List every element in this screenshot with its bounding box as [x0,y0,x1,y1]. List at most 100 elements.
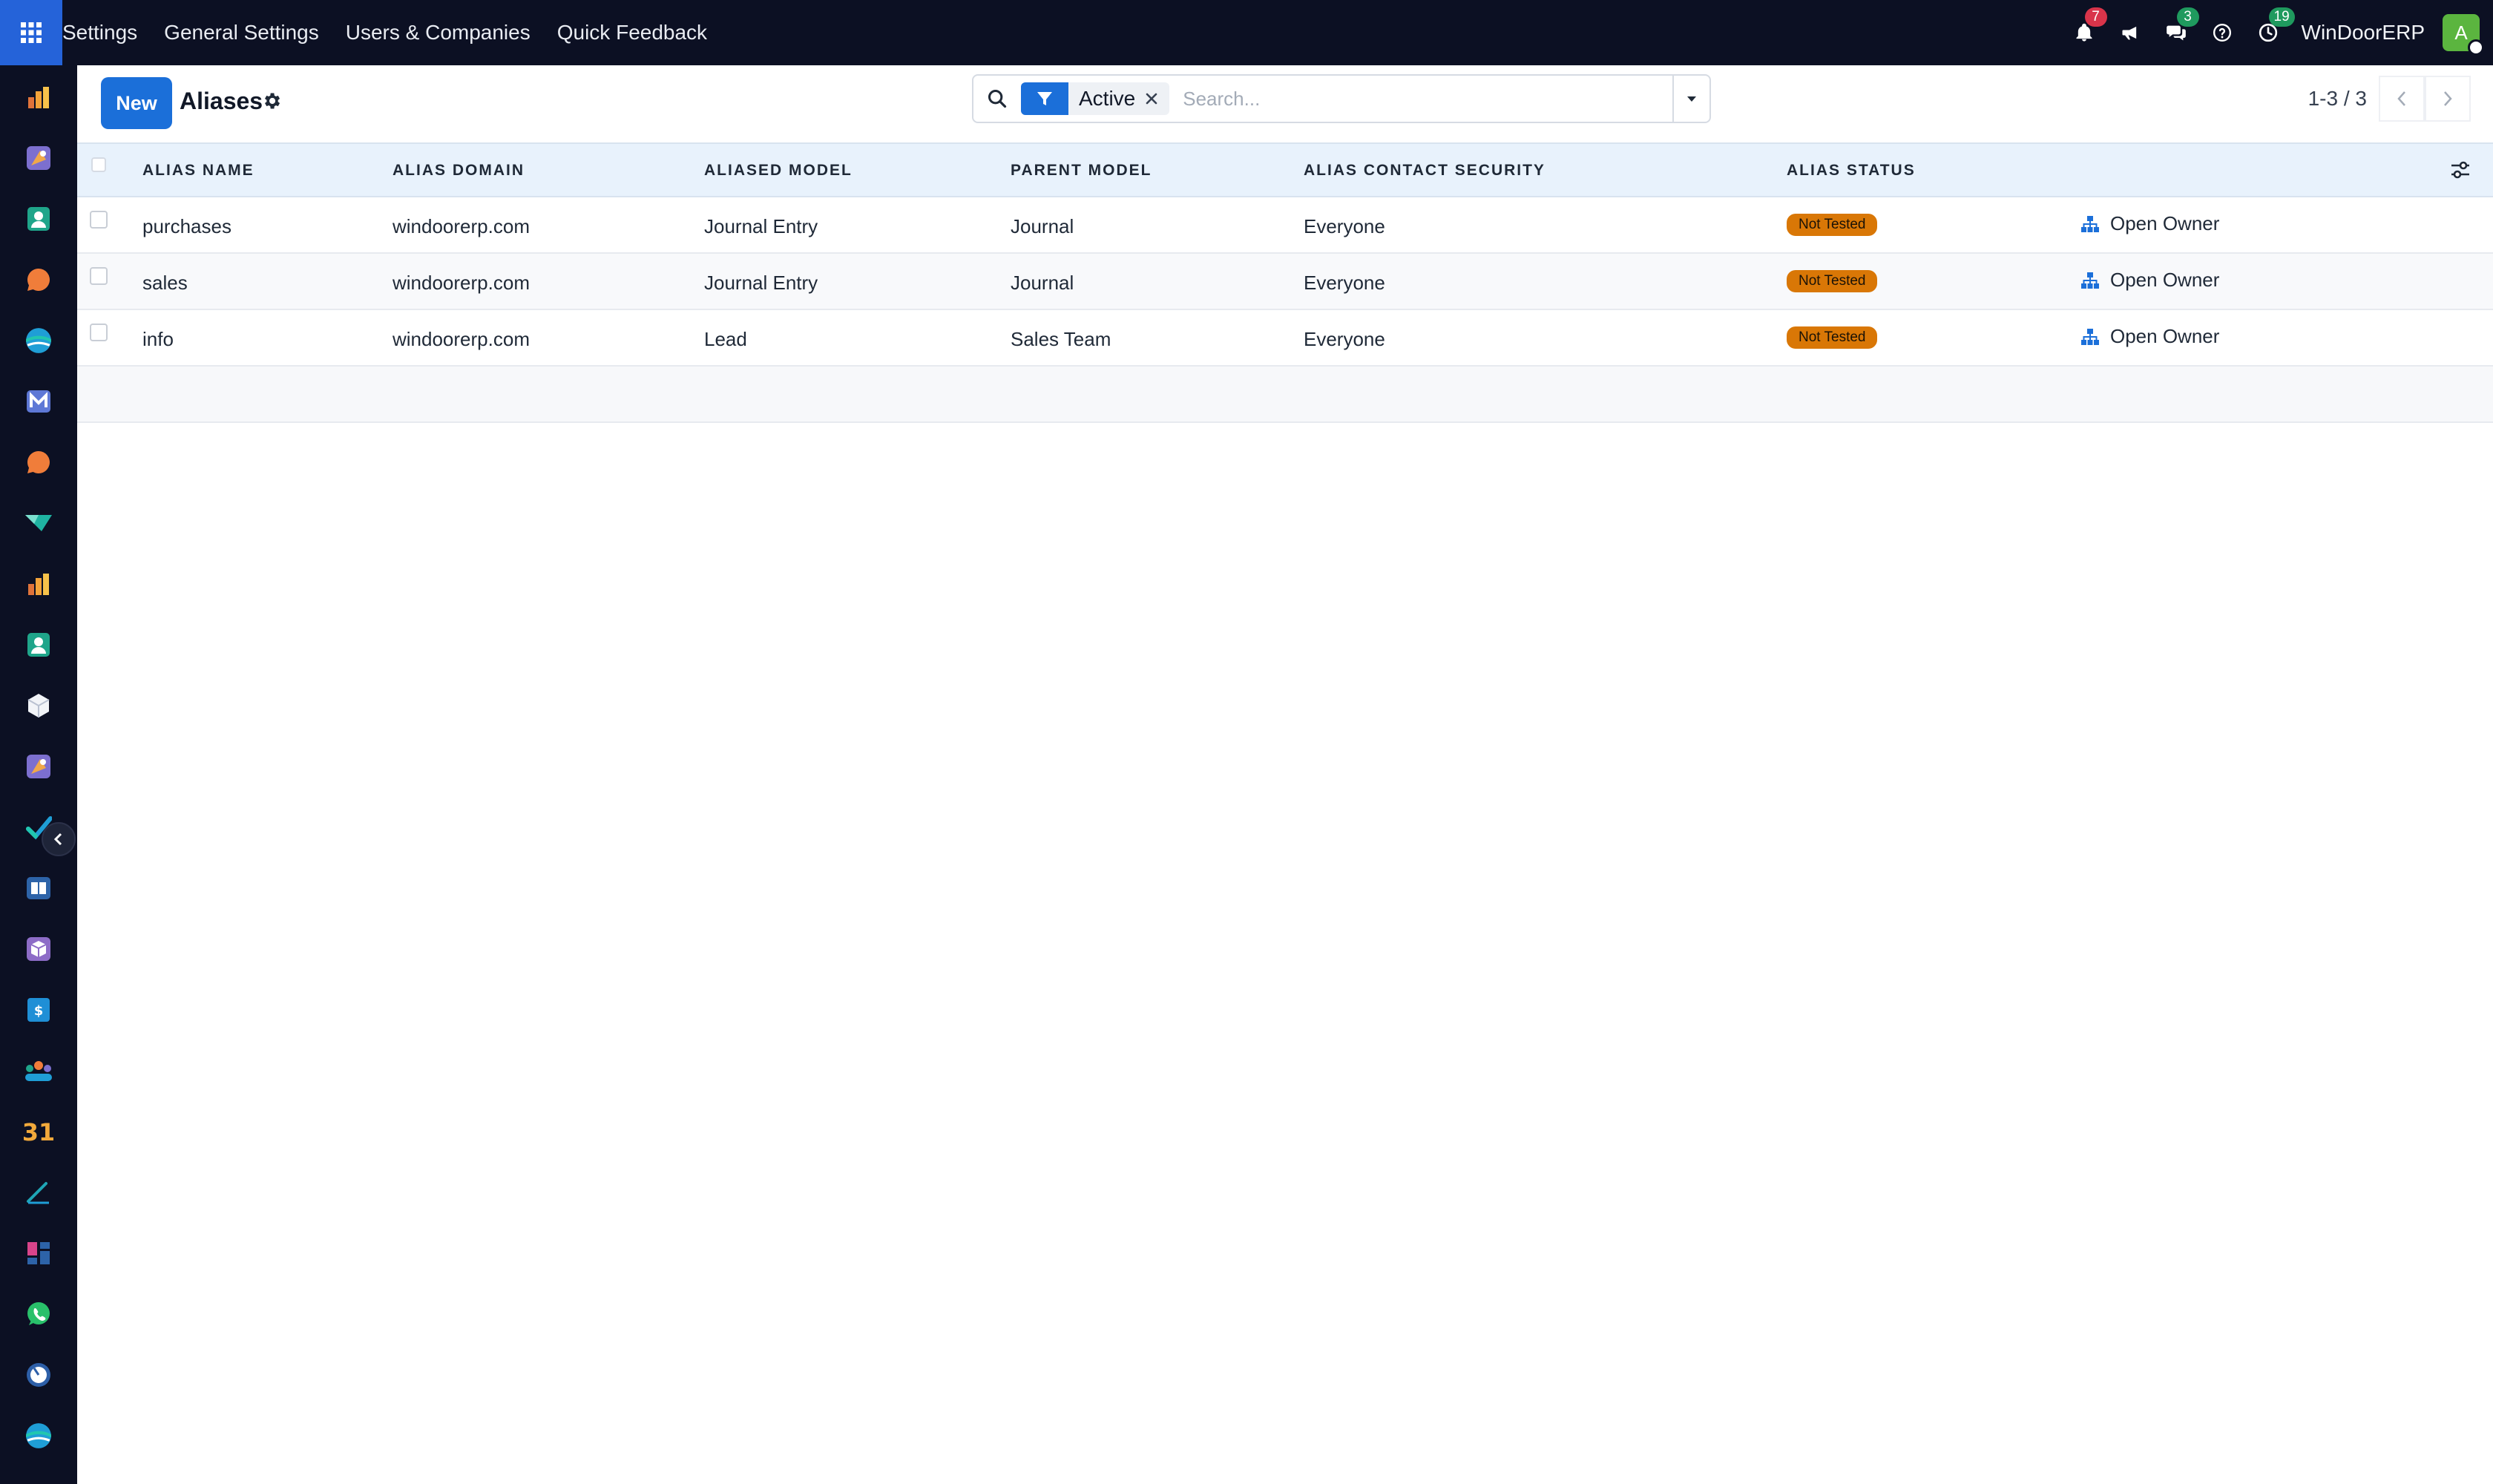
discuss-app-icon[interactable] [0,249,77,310]
sign-app-icon[interactable] [0,1162,77,1223]
table-row[interactable]: sales windoorerp.com Journal Entry Journ… [77,254,2493,310]
facet-label: Active [1079,87,1136,110]
row-checkbox[interactable] [90,324,108,341]
open-owner-label: Open Owner [2110,212,2220,234]
main-menu: Settings General Settings Users & Compan… [62,0,720,65]
pager-value[interactable]: 1-3 / 3 [2308,87,2367,111]
timesheets-app-icon[interactable] [0,1345,77,1405]
notifications-button[interactable]: 7 [2061,0,2107,65]
question-circle-icon [2213,23,2231,42]
collapse-sidebar-button[interactable] [42,822,76,856]
user-avatar[interactable]: A [2443,14,2484,56]
gear-icon[interactable] [261,91,282,115]
table-row[interactable]: info windoorerp.com Lead Sales Team Ever… [77,310,2493,367]
new-button[interactable]: New [101,77,172,129]
crm-app-icon[interactable] [0,736,77,797]
status-badge: Not Tested [1787,214,1878,236]
open-owner-label: Open Owner [2110,269,2220,291]
search-input[interactable] [1169,76,1672,121]
sitemap-icon [2081,215,2099,232]
cell-contact-security: Everyone [1304,215,1385,237]
team-app-icon[interactable] [0,1040,77,1101]
contacts-app-icon[interactable] [0,188,77,249]
website-2-app-icon[interactable] [0,1405,77,1466]
megaphone-icon [2122,26,2136,40]
pager-previous-button[interactable] [2379,76,2425,122]
menu-general-settings[interactable]: General Settings [151,21,332,45]
top-navbar: Settings General Settings Users & Compan… [0,0,2493,65]
email-marketing-app-icon[interactable] [0,371,77,432]
caret-down-icon [1687,96,1696,102]
announcements-button[interactable] [2107,0,2153,65]
pager-next-button[interactable] [2425,76,2471,122]
cell-aliased-model: Journal Entry [704,272,818,294]
project-app-icon[interactable] [0,493,77,554]
column-alias-name[interactable]: ALIAS NAME [142,162,254,180]
open-owner-button[interactable]: Open Owner [2080,212,2219,235]
pager: 1-3 / 3 [2308,73,2471,125]
website-app-icon[interactable] [0,310,77,371]
column-aliased-model[interactable]: ALIASED MODEL [704,162,853,180]
menu-quick-feedback[interactable]: Quick Feedback [544,21,720,45]
column-alias-contact-security[interactable]: ALIAS CONTACT SECURITY [1304,162,1546,180]
chevron-left-icon [53,833,62,846]
knowledge-app-icon[interactable] [0,858,77,919]
search-bar: Active [972,74,1711,123]
systray: 7 3 19 WinDoorERP A [2061,0,2493,65]
open-owner-label: Open Owner [2110,325,2220,347]
control-panel: New Aliases Active 1-3 / 3 [77,65,2493,142]
column-alias-status[interactable]: ALIAS STATUS [1787,162,1916,180]
presence-dot [2468,39,2484,56]
table-row[interactable]: purchases windoorerp.com Journal Entry J… [77,197,2493,254]
cell-alias-domain: windoorerp.com [392,328,530,350]
inventory-app-icon[interactable] [0,675,77,736]
cell-parent-model: Sales Team [1011,328,1111,350]
employees-app-icon[interactable] [0,614,77,675]
chevron-left-icon [2397,91,2405,106]
grid-icon [21,22,42,43]
help-button[interactable] [2199,0,2245,65]
open-owner-button[interactable]: Open Owner [2080,269,2219,292]
company-switcher[interactable]: WinDoorERP [2302,21,2425,45]
cell-alias-name: sales [142,272,188,294]
select-all-checkbox[interactable] [91,157,106,172]
calendar-app-icon[interactable]: 31 [0,1101,77,1162]
cell-alias-name: info [142,328,174,350]
manufacturing-app-icon[interactable] [0,919,77,979]
status-badge: Not Tested [1787,270,1878,292]
sales-app-icon[interactable] [0,67,77,128]
open-owner-button[interactable]: Open Owner [2080,325,2219,348]
sitemap-icon [2081,272,2099,289]
dashboards-app-icon[interactable] [0,1223,77,1284]
livechat-app-icon[interactable] [0,432,77,493]
cell-alias-domain: windoorerp.com [392,272,530,294]
cell-contact-security: Everyone [1304,328,1385,350]
products-app-icon[interactable] [0,128,77,188]
whatsapp-app-icon[interactable] [0,1284,77,1345]
empty-row [77,367,2493,423]
invoicing-app-icon[interactable]: $ [0,979,77,1040]
menu-users-companies[interactable]: Users & Companies [332,21,544,45]
sitemap-icon [2081,328,2099,345]
row-checkbox[interactable] [90,211,108,229]
row-checkbox[interactable] [90,267,108,285]
remove-facet-icon[interactable] [1144,91,1169,106]
search-icon[interactable] [973,88,1021,109]
messages-button[interactable]: 3 [2153,0,2199,65]
app-sidebar: $ 31 [0,65,77,1484]
reporting-app-icon[interactable] [0,554,77,614]
column-parent-model[interactable]: PARENT MODEL [1011,162,1152,180]
apps-menu-button[interactable] [0,0,62,65]
cell-parent-model: Journal [1011,272,1074,294]
menu-settings[interactable]: Settings [62,21,151,45]
cell-alias-name: purchases [142,215,231,237]
search-options-toggle[interactable] [1672,76,1709,122]
cell-alias-domain: windoorerp.com [392,215,530,237]
avatar-initial: A [2454,21,2468,44]
messages-badge: 3 [2176,7,2199,27]
table-header: ALIAS NAME ALIAS DOMAIN ALIASED MODEL PA… [77,142,2493,197]
status-badge: Not Tested [1787,326,1878,349]
activities-button[interactable]: 19 [2245,0,2295,65]
column-alias-domain[interactable]: ALIAS DOMAIN [392,162,525,180]
optional-columns-icon[interactable] [2450,160,2471,183]
